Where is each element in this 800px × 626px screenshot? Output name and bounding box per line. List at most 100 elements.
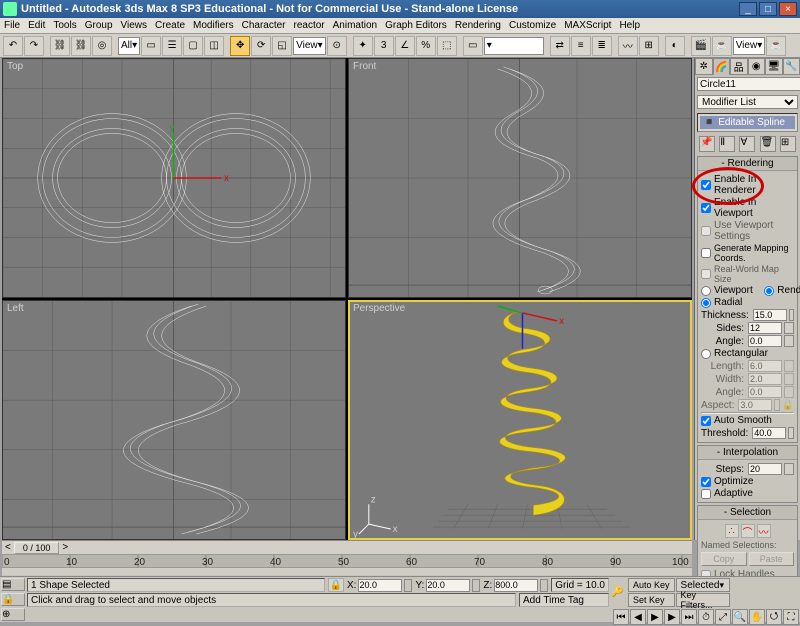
viewport-perspective[interactable]: Perspective x z x y: [348, 300, 692, 540]
autokey-button[interactable]: Auto Key: [628, 578, 675, 592]
time-slider[interactable]: < 0 / 100 >: [2, 541, 692, 555]
threshold-spinner[interactable]: [788, 427, 794, 439]
tab-motion[interactable]: ◉: [748, 58, 766, 75]
menu-group[interactable]: Group: [85, 20, 113, 31]
prev-frame-button[interactable]: ◀: [630, 609, 646, 625]
tab-utilities[interactable]: 🔧: [783, 58, 800, 75]
menu-rendering[interactable]: Rendering: [455, 20, 501, 31]
tab-create[interactable]: ✲: [695, 58, 713, 75]
sides-spinner[interactable]: [784, 322, 794, 334]
curve-editor-button[interactable]: 〰: [618, 36, 638, 56]
angle-spinner[interactable]: [784, 335, 794, 347]
configure-button[interactable]: ⊞: [780, 136, 796, 152]
thickness-spinner[interactable]: [789, 309, 794, 321]
menu-grapheditors[interactable]: Graph Editors: [385, 20, 447, 31]
time-config-button[interactable]: ⏱: [698, 609, 714, 625]
modifier-list-dropdown[interactable]: Modifier List: [697, 95, 798, 109]
select-name-button[interactable]: ☰: [162, 36, 182, 56]
viewport-top[interactable]: Top x y: [2, 58, 346, 298]
next-frame-button[interactable]: ▶: [664, 609, 680, 625]
pan-button[interactable]: ✋: [749, 609, 765, 625]
renderer-radio[interactable]: [764, 286, 774, 296]
menu-file[interactable]: File: [4, 20, 20, 31]
snap-button[interactable]: 3: [374, 36, 394, 56]
time-ruler[interactable]: 0102030405060708090100: [2, 555, 692, 567]
coord-z-input[interactable]: [494, 579, 538, 592]
set-key-icon[interactable]: 🔑: [611, 579, 627, 607]
tab-modify[interactable]: 🌈: [713, 58, 731, 75]
bind-button[interactable]: ◎: [92, 36, 112, 56]
link-button[interactable]: ⛓: [50, 36, 70, 56]
steps-input[interactable]: [748, 463, 782, 475]
pivot-button[interactable]: ⊙: [327, 36, 347, 56]
coord-x-input[interactable]: [358, 579, 402, 592]
spinner-snap-button[interactable]: ⬚: [437, 36, 457, 56]
close-button[interactable]: ×: [779, 2, 797, 16]
angle-input[interactable]: [748, 335, 782, 347]
absolute-relative-button[interactable]: ⊕: [1, 608, 25, 621]
material-editor-button[interactable]: ◐: [665, 36, 685, 56]
percent-snap-button[interactable]: %: [416, 36, 436, 56]
remove-modifier-button[interactable]: 🗑: [760, 136, 776, 152]
object-name-input[interactable]: [697, 77, 800, 91]
angle-snap-button[interactable]: ∠: [395, 36, 415, 56]
thickness-input[interactable]: [753, 309, 787, 321]
pin-stack-button[interactable]: 📌: [699, 136, 715, 152]
menu-customize[interactable]: Customize: [509, 20, 556, 31]
setkey-button[interactable]: Set Key: [628, 593, 675, 607]
render-last-button[interactable]: ☕: [766, 36, 786, 56]
layers-button[interactable]: ≣: [592, 36, 612, 56]
radial-radio[interactable]: [701, 298, 711, 308]
time-slider-thumb[interactable]: 0 / 100: [14, 542, 60, 554]
tab-display[interactable]: 🖥: [765, 58, 783, 75]
autosmooth-checkbox[interactable]: [701, 416, 711, 426]
maximize-viewport-button[interactable]: ⛶: [783, 609, 799, 625]
threshold-input[interactable]: [752, 427, 786, 439]
maxscript-mini-listener-button[interactable]: ▤: [1, 578, 25, 591]
menu-animation[interactable]: Animation: [333, 20, 377, 31]
viewport-front[interactable]: Front: [348, 58, 692, 298]
modifier-stack[interactable]: ◾ Editable Spline: [697, 113, 798, 132]
enable-in-viewport-checkbox[interactable]: [701, 203, 711, 213]
lock-icon[interactable]: 🔒: [328, 578, 344, 592]
rotate-button[interactable]: ⟳: [251, 36, 271, 56]
show-end-result-button[interactable]: Ⅱ: [719, 136, 735, 152]
vertex-subobj-button[interactable]: ∴: [725, 524, 739, 538]
rectangular-radio[interactable]: [701, 349, 711, 359]
add-time-tag[interactable]: Add Time Tag: [519, 593, 609, 607]
gen-mapping-checkbox[interactable]: [701, 248, 711, 258]
key-filters-button[interactable]: Key Filters...: [676, 593, 730, 607]
rollout-selection-header[interactable]: - Selection: [698, 506, 797, 520]
spline-subobj-button[interactable]: 〰: [757, 524, 771, 538]
lock-selection-button[interactable]: 🔒: [1, 593, 25, 606]
named-sel-button[interactable]: ▭: [463, 36, 483, 56]
menu-character[interactable]: Character: [242, 20, 286, 31]
play-button[interactable]: ▶: [647, 609, 663, 625]
zoom-button[interactable]: 🔍: [732, 609, 748, 625]
viewport-radio[interactable]: [701, 286, 711, 296]
menu-views[interactable]: Views: [121, 20, 148, 31]
trackbar[interactable]: [2, 567, 692, 575]
align-button[interactable]: ≡: [571, 36, 591, 56]
menu-edit[interactable]: Edit: [28, 20, 45, 31]
selection-filter-dropdown[interactable]: All ▾: [118, 37, 140, 55]
zoom-extents-button[interactable]: ⤢: [715, 609, 731, 625]
arc-rotate-button[interactable]: ⭯: [766, 609, 782, 625]
ref-coord-dropdown[interactable]: View ▾: [293, 37, 326, 55]
real-world-checkbox[interactable]: [701, 269, 711, 279]
z-spinner[interactable]: [540, 579, 548, 592]
scale-button[interactable]: ◱: [272, 36, 292, 56]
undo-button[interactable]: ↶: [3, 36, 23, 56]
segment-subobj-button[interactable]: ⌒: [741, 524, 755, 538]
lock-icon[interactable]: 🔒: [782, 400, 794, 411]
x-spinner[interactable]: [404, 579, 412, 592]
mirror-button[interactable]: ⇄: [550, 36, 570, 56]
unlink-button[interactable]: ⛓: [71, 36, 91, 56]
menu-reactor[interactable]: reactor: [294, 20, 325, 31]
named-sel-dropdown[interactable]: ▾: [484, 37, 544, 55]
window-crossing-button[interactable]: ◫: [204, 36, 224, 56]
select-button[interactable]: ▭: [141, 36, 161, 56]
steps-spinner[interactable]: [784, 463, 794, 475]
view-dropdown-right[interactable]: View ▾: [733, 37, 766, 55]
menu-tools[interactable]: Tools: [53, 20, 76, 31]
